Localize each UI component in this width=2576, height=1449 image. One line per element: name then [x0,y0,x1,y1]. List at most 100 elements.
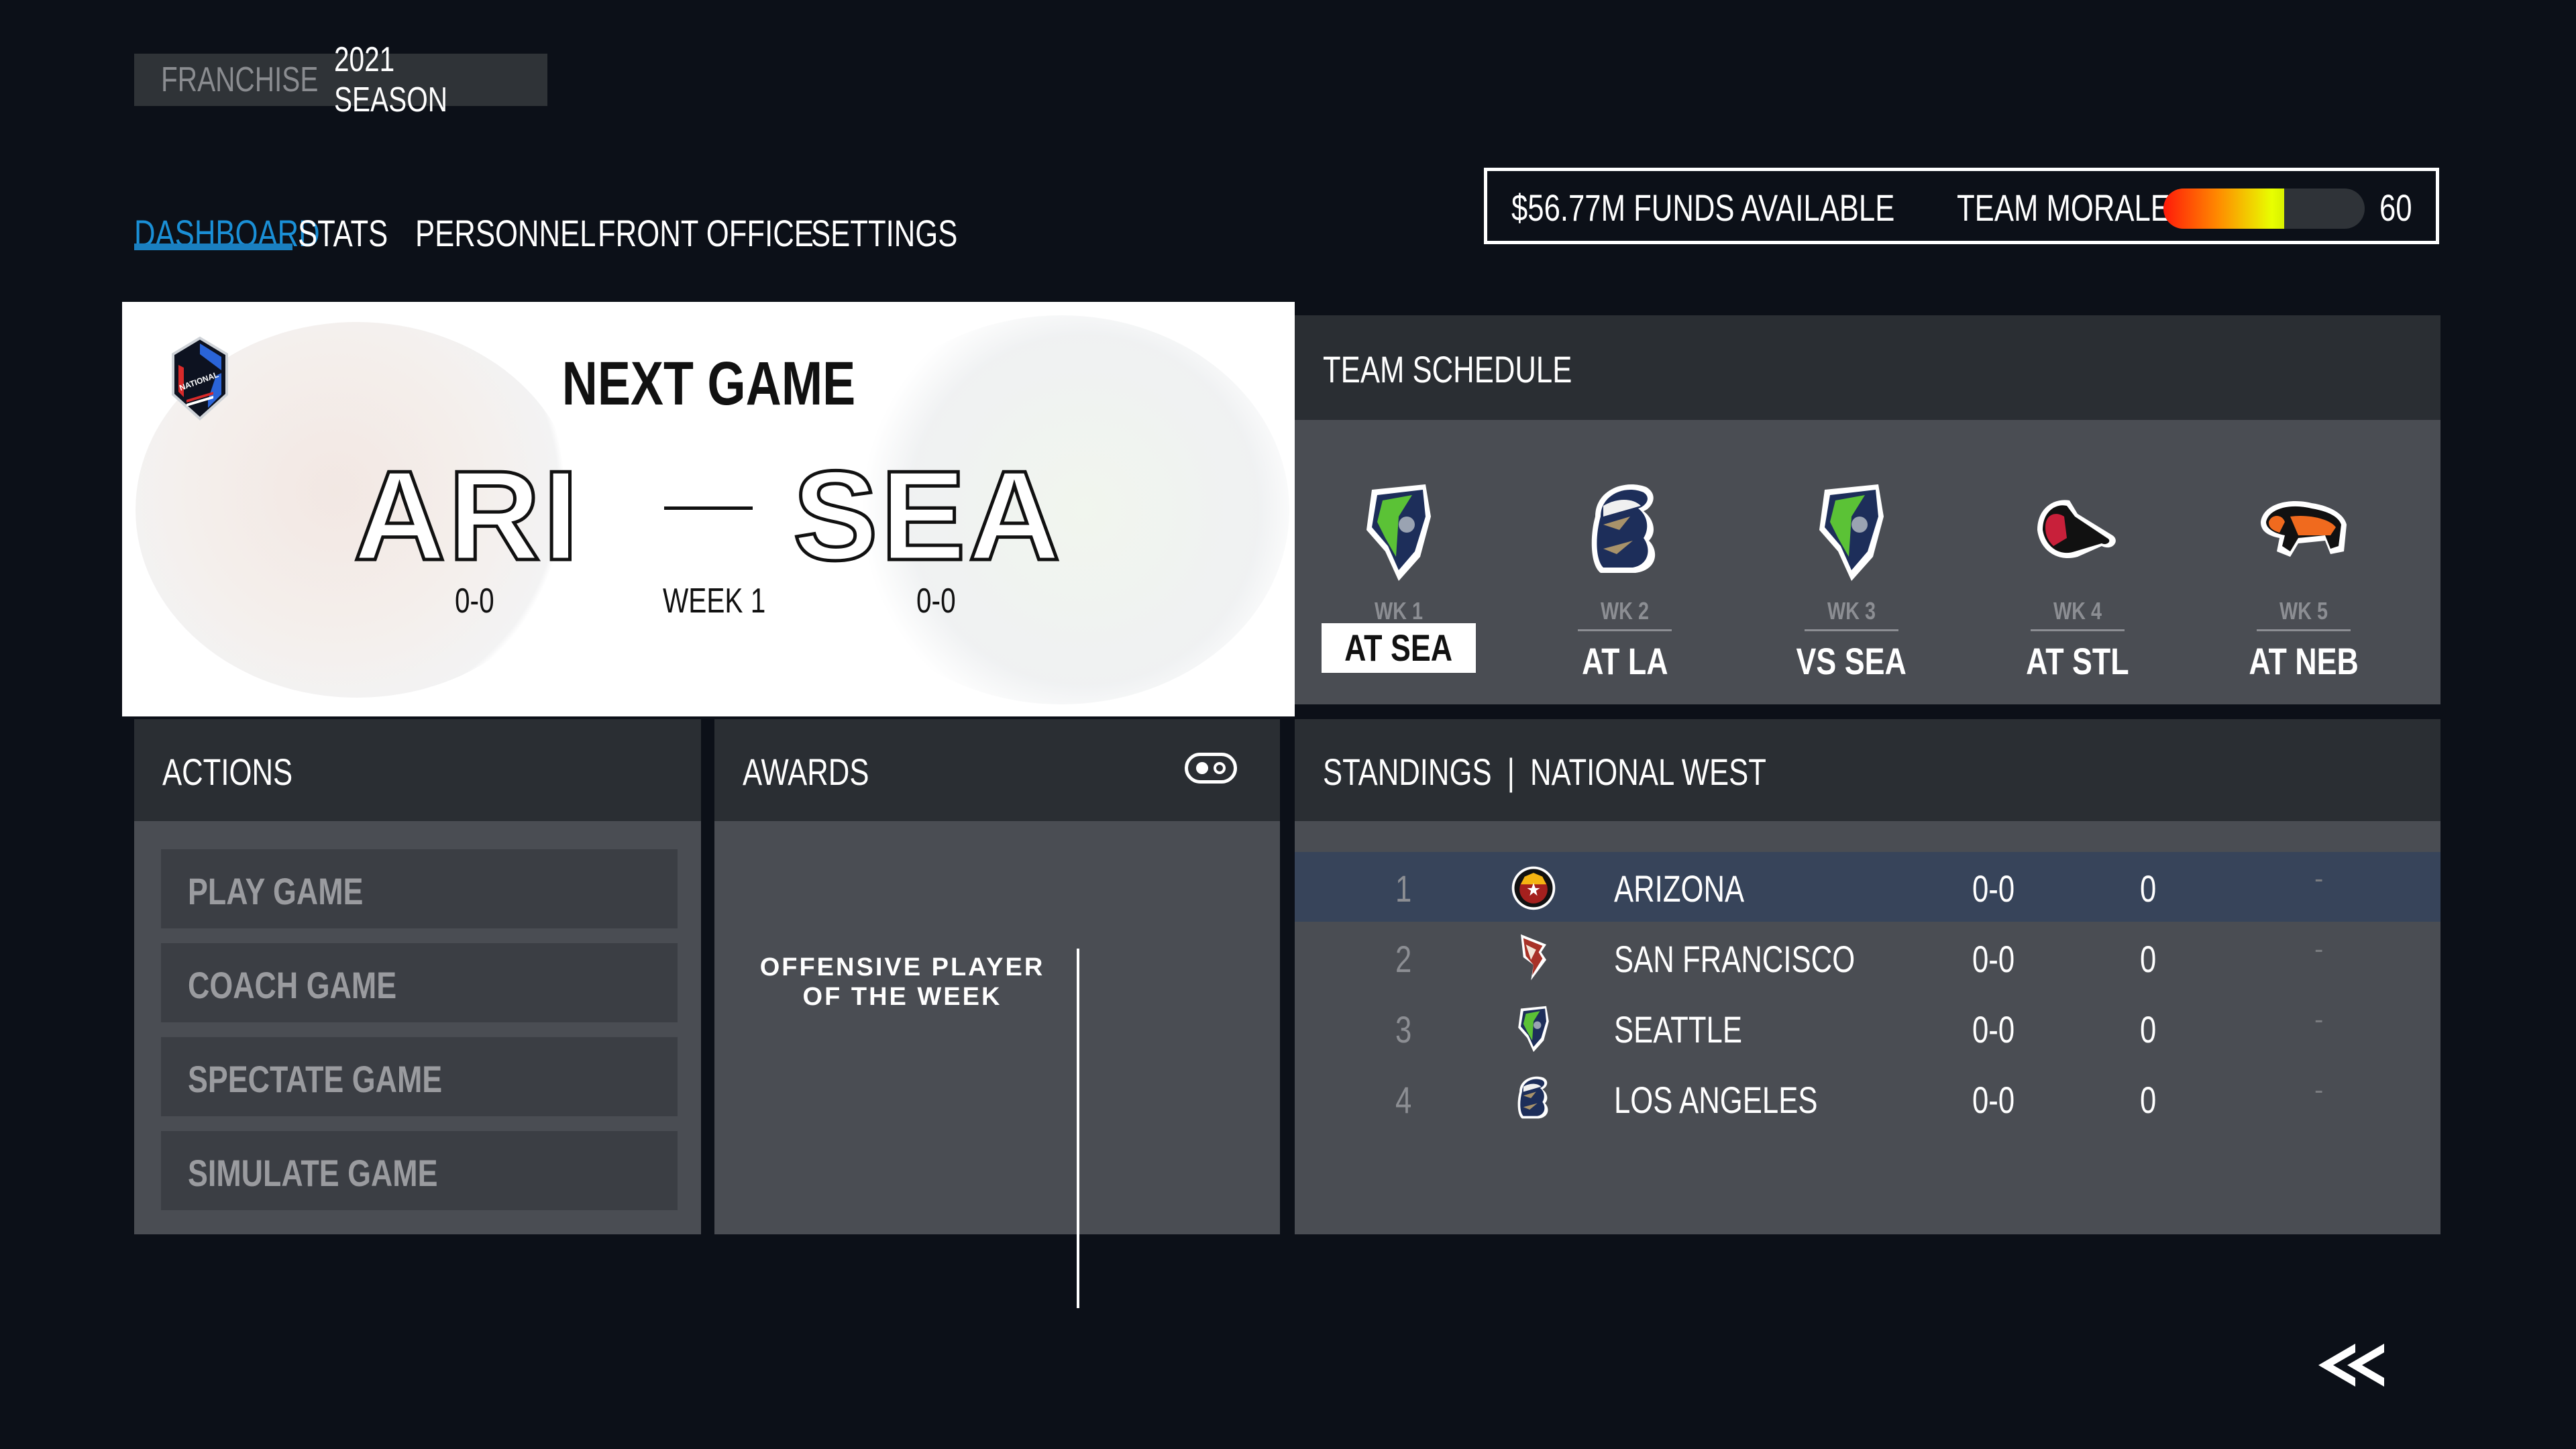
team-record: 0-0 [1972,1079,2015,1121]
seattle-logo-icon [1819,484,1884,581]
tab-personnel[interactable]: PERSONNEL [415,211,596,255]
morale-bar [2163,189,2365,229]
home-team-record: 0-0 [916,582,956,621]
games-behind: - [2314,1005,2324,1034]
nebraska-logo-icon [2261,501,2347,557]
team-morale-label: TEAM MORALE [1957,186,2170,229]
standings-label: STANDINGS [1323,751,1492,793]
schedule-item[interactable]: WK 2 AT LA [1538,476,1712,686]
standings-panel: STANDINGS | NATIONAL WEST 1 ARIZONA 0-0 … [1295,719,2440,1234]
schedule-opponent: AT NEB [2249,640,2359,682]
team-points: 0 [2140,1008,2157,1051]
double-chevron-left-icon[interactable] [2318,1342,2385,1389]
actions-header: ACTIONS [134,719,701,821]
standings-body: 1 ARIZONA 0-0 0 - 2 SAN FRANCISCO 0-0 0 [1295,821,2440,1234]
team-rank: 1 [1395,867,1412,910]
seattle-logo-icon [1518,1006,1549,1053]
schedule-week: WK 4 [2053,597,2102,625]
schedule-opponent: AT STL [2026,640,2129,682]
mode-label: FRANCHISE [161,60,319,99]
tab-front-office[interactable]: FRONT OFFICE [598,211,814,255]
award-title-line2: OF THE WEEK [802,983,1002,1011]
funds-available: $56.77M FUNDS AVAILABLE [1511,186,1895,229]
page-dot-active [1196,762,1208,774]
simulate-game-button[interactable]: SIMULATE GAME [161,1131,678,1210]
award-title: OFFENSIVE PLAYER OF THE WEEK [735,953,1070,1012]
award-divider [1077,949,1079,1308]
morale-bar-fill [2163,189,2284,229]
team-rank: 3 [1395,1008,1412,1051]
san-francisco-logo-icon [1521,934,1546,981]
schedule-title: TEAM SCHEDULE [1323,348,1572,390]
toggle-icon[interactable] [1185,753,1237,784]
play-game-button[interactable]: PLAY GAME [161,849,678,928]
awards-panel: AWARDS OFFENSIVE PLAYER OF THE WEEK [714,719,1280,1308]
team-points: 0 [2140,867,2157,910]
awards-title: AWARDS [743,751,869,793]
schedule-divider [1805,629,1898,631]
schedule-week: WK 2 [1601,597,1649,625]
schedule-week: WK 5 [2279,597,2328,625]
team-rank: 2 [1395,938,1412,980]
standings-row[interactable]: 2 SAN FRANCISCO 0-0 0 - [1295,922,2440,992]
team-schedule-panel: TEAM SCHEDULE WK 1 AT SEA WK 2 AT LA WK … [1295,315,2440,704]
coach-game-button[interactable]: COACH GAME [161,943,678,1022]
awards-header: AWARDS [714,719,1280,821]
team-record: 0-0 [1972,938,2015,980]
games-behind: - [2314,1075,2324,1105]
mode-tag: FRANCHISE 2021 SEASON [134,40,547,119]
arizona-logo-icon [1511,866,1556,910]
schedule-opponent: AT LA [1581,640,1668,682]
season-label: 2021 SEASON [334,40,448,119]
awards-body: OFFENSIVE PLAYER OF THE WEEK [714,821,1280,1308]
games-behind: - [2314,934,2324,964]
tab-stats[interactable]: STATS [298,211,390,255]
schedule-week: WK 3 [1827,597,1876,625]
los-angeles-logo-icon [1591,484,1656,573]
schedule-divider [2257,629,2351,631]
schedule-item[interactable]: WK 1 AT SEA [1311,476,1486,673]
st-louis-logo-icon [2037,500,2116,559]
award-title-line1: OFFENSIVE PLAYER [759,953,1045,981]
morale-value: 60 [2379,186,2412,229]
schedule-divider [1578,629,1672,631]
seattle-logo-icon [1366,484,1431,581]
away-team-record: 0-0 [455,582,494,621]
tab-settings[interactable]: SETTINGS [811,211,957,255]
los-angeles-logo-icon [1517,1076,1548,1119]
schedule-item[interactable]: WK 5 AT NEB [2216,476,2391,686]
schedule-opponent: AT SEA [1322,623,1476,673]
standings-row[interactable]: 4 LOS ANGELES 0-0 0 - [1295,1063,2440,1133]
actions-panel: ACTIONS PLAY GAME COACH GAME SPECTATE GA… [134,719,701,1234]
schedule-item[interactable]: WK 3 VS SEA [1764,476,1939,686]
next-game-panel: NATIONAL NEXT GAME ARI SEA 0-0 WEEK 1 0-… [122,302,1295,716]
standings-header: STANDINGS | NATIONAL WEST [1295,719,2440,821]
team-points: 0 [2140,938,2157,980]
spectate-game-button[interactable]: SPECTATE GAME [161,1037,678,1116]
team-name: ARIZONA [1614,867,1745,910]
standings-title: STANDINGS | NATIONAL WEST [1323,750,1766,794]
team-name: SAN FRANCISCO [1614,938,1856,980]
team-points: 0 [2140,1079,2157,1121]
home-team-abbr: SEA [792,443,1063,589]
schedule-header: TEAM SCHEDULE [1295,315,2440,420]
standings-row[interactable]: 1 ARIZONA 0-0 0 - [1295,852,2440,922]
team-record: 0-0 [1972,1008,2015,1051]
team-name: LOS ANGELES [1614,1079,1818,1121]
division-name: NATIONAL WEST [1530,751,1766,793]
versus-dash [664,506,753,510]
schedule-divider [2031,629,2125,631]
away-team-abbr: ARI [352,443,582,589]
active-tab-indicator [134,244,292,250]
standings-row[interactable]: 3 SEATTLE 0-0 0 - [1295,993,2440,1063]
team-name: SEATTLE [1614,1008,1742,1051]
game-week-label: WEEK 1 [663,582,766,621]
next-game-title: NEXT GAME [561,350,855,418]
schedule-item[interactable]: WK 4 AT STL [1990,476,2165,686]
actions-title: ACTIONS [162,751,293,793]
title-separator: | [1507,751,1515,793]
team-rank: 4 [1395,1079,1412,1121]
page-dot-inactive [1214,762,1226,774]
schedule-week: WK 1 [1375,597,1423,625]
status-box: $56.77M FUNDS AVAILABLE TEAM MORALE 60 [1484,168,2439,244]
